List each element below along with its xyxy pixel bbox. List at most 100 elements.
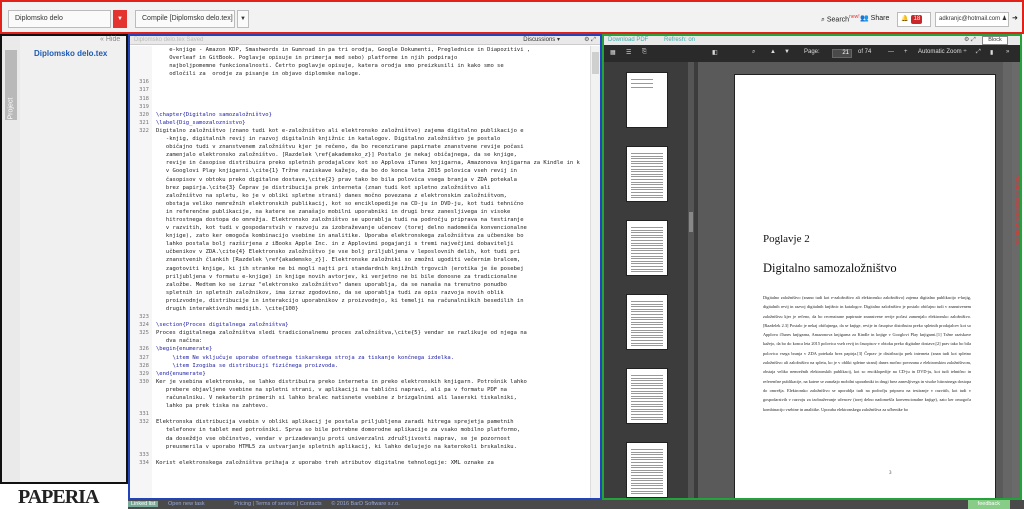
code-line[interactable]: lahko postala bolj razširjena z iBooks A… [130, 240, 580, 248]
code-line[interactable]: dva načina: [130, 337, 580, 345]
code-line[interactable]: da doseždjo vse občinstvo, vendar v priz… [130, 435, 580, 443]
line-text[interactable]: znanstvenih člankih [Razdelek \ref{akade… [152, 256, 580, 264]
block-button[interactable]: Block [982, 36, 1008, 45]
line-text[interactable]: \chapter{Digitalno samozaložništvo} [152, 111, 580, 119]
project-tab[interactable]: Project [5, 50, 17, 120]
code-line[interactable]: zamenjalo elektronsko založništvo. [Razd… [130, 151, 580, 159]
page-thumbnail[interactable] [626, 72, 668, 128]
line-text[interactable]: knjige), zato ker omogoča kombinacijo vs… [152, 232, 580, 240]
zoom-out-icon[interactable]: — [888, 49, 894, 55]
line-text[interactable]: \item Izogiba se distribuciji fizičnega … [152, 362, 580, 370]
code-line[interactable]: in referenčne publikacije, na katere se … [130, 208, 580, 216]
line-text[interactable]: Elektronska distribucija vsebin v obliki… [152, 418, 580, 426]
code-line[interactable]: 319 [130, 103, 580, 111]
thumbnail-scroll-thumb[interactable] [689, 212, 693, 232]
code-line[interactable]: najboljpomemne funkcionalnosti. Četrto p… [130, 62, 580, 70]
fullscreen-icon[interactable]: ⤢ [976, 49, 981, 56]
code-line[interactable]: telefonov in tablet med potrošniki. Sprv… [130, 426, 580, 434]
line-text[interactable]: založništvo na spletu, ko je v obliki sp… [152, 192, 580, 200]
editor-scroll-thumb[interactable] [592, 52, 599, 74]
line-text[interactable]: Proces digitalnega založništva sledi tra… [152, 329, 580, 337]
line-text[interactable]: običajno tudi v znanstvenem založništvu … [152, 143, 580, 151]
download-pdf-link[interactable]: Download PDF [608, 36, 648, 44]
prev-page-icon[interactable]: ▲ [770, 49, 776, 55]
code-line[interactable]: založbe. Medtem ko se izraz "elektronsko… [130, 281, 580, 289]
zoom-in-icon[interactable]: + [904, 49, 908, 55]
line-text[interactable]: revije in časopise distribuira preko spl… [152, 159, 580, 167]
code-line[interactable]: hitrostnega dostopa do omrežja. Elektron… [130, 216, 580, 224]
line-text[interactable]: \item Ne vključuje uporabe ofsetnega tis… [152, 354, 580, 362]
code-line[interactable]: v Googlovi Play knjigarni.\cite{1} Tržne… [130, 167, 580, 175]
discussions-button[interactable]: Discussions ▾ [523, 36, 560, 44]
line-text[interactable]: e-knjige - Amazon KDP, Smashwords in Gum… [152, 46, 580, 54]
line-text[interactable] [152, 103, 580, 111]
notifications-button[interactable]: 🔔 18 [897, 12, 931, 27]
line-text[interactable]: \end{enumerate} [152, 370, 580, 378]
code-line[interactable]: 334 Korist elektronskega založništva prih… [130, 459, 580, 467]
more-icon[interactable]: » [1006, 49, 1009, 55]
code-line[interactable]: 323 [130, 313, 580, 321]
next-page-icon[interactable]: ▼ [784, 49, 790, 55]
code-line[interactable]: spletnih in spletnih založnikov, ima izr… [130, 289, 580, 297]
line-text[interactable]: lahko postala bolj razširjena z iBooks A… [152, 240, 580, 248]
code-line[interactable]: 326 \begin{enumerate} [130, 345, 580, 353]
code-line[interactable]: 333 [130, 451, 580, 459]
code-line[interactable]: zagotoviti knjige, ki jih stranke ne bi … [130, 265, 580, 273]
line-text[interactable]: \begin{enumerate} [152, 345, 580, 353]
line-text[interactable] [152, 451, 580, 459]
user-menu[interactable]: adkranjc@hotmail.com ♟ [935, 12, 1009, 27]
code-line[interactable]: učbenikov v ZDA.\cite{4} Elektronsko zal… [130, 248, 580, 256]
line-text[interactable] [152, 95, 580, 103]
footer-links[interactable]: Pricing | Terms of service | Contacts [234, 501, 321, 507]
line-text[interactable]: Overleaf in GitBook. Poglavje opisuje in… [152, 54, 580, 62]
code-line[interactable]: 325 Proces digitalnega založništva sledi … [130, 329, 580, 337]
line-text[interactable] [152, 86, 580, 94]
search-button[interactable]: ⌕ Searchnew! [821, 14, 860, 24]
refresh-toggle[interactable]: Refresh: on [664, 36, 695, 44]
code-editor[interactable]: Diplomsko delo.tex Saved Discussions ▾ ⚙… [128, 34, 602, 500]
line-text[interactable]: brez papirja.\cite{3} Čeprav je distribu… [152, 184, 580, 192]
line-text[interactable]: dva načina: [152, 337, 580, 345]
code-line[interactable]: proizvodnje, distribucije in interakcijo… [130, 297, 580, 305]
project-select[interactable]: Diplomsko delo [8, 10, 111, 28]
code-line[interactable]: časopisov v obtoku preko digitalne dosta… [130, 176, 580, 184]
line-text[interactable]: odločili za orodje za pisanje in objavo … [152, 70, 580, 78]
code-line[interactable]: priljubljena v formatu e-knjige) in knji… [130, 273, 580, 281]
code-line[interactable]: 316 [130, 78, 580, 86]
editor-settings-icon[interactable]: ⚙ ⤢ [584, 36, 596, 44]
page-thumbnail[interactable] [626, 146, 668, 202]
line-text[interactable]: v razvitih, kot tudi v gospodarstvih v r… [152, 224, 580, 232]
code-line[interactable]: 318 [130, 95, 580, 103]
project-dropdown-button[interactable]: ▼ [113, 10, 127, 28]
code-line[interactable]: 320 \chapter{Digitalno samozaložništvo} [130, 111, 580, 119]
code-line[interactable]: 317 [130, 86, 580, 94]
compile-dropdown-button[interactable]: ▼ [237, 10, 249, 28]
zoom-select[interactable]: Automatic Zoom ÷ [918, 49, 967, 55]
page-thumbnail[interactable] [626, 294, 668, 350]
line-text[interactable]: priljubljena v formatu e-knjige) in knji… [152, 273, 580, 281]
line-text[interactable] [152, 313, 580, 321]
line-text[interactable]: časopisov v obtoku preko digitalne dosta… [152, 176, 580, 184]
code-line[interactable]: 328 \item Izogiba se distribuciji fizičn… [130, 362, 580, 370]
line-text[interactable]: zagotoviti knjige, ki jih stranke ne bi … [152, 265, 580, 273]
hide-panel-link[interactable]: « Hide [100, 36, 120, 43]
page-thumbnail[interactable] [626, 442, 668, 498]
pdf-scrollbar[interactable] [1003, 62, 1012, 498]
pdf-settings-icon[interactable]: ⚙ ⤢ [964, 36, 976, 44]
sidebar-toggle-icon[interactable]: ◧ [712, 49, 718, 56]
code-line[interactable]: knjige), zato ker omogoča kombinacijo vs… [130, 232, 580, 240]
code-line[interactable]: preusmerila v uporabo HTML5 za ustvarjan… [130, 443, 580, 451]
page-thumbnail[interactable] [626, 368, 668, 424]
line-text[interactable]: proizvodnje, distribucije in interakcijo… [152, 297, 580, 305]
code-line[interactable]: 322 Digitalno založništvo (znano tudi kot… [130, 127, 580, 135]
code-line[interactable]: revije in časopise distribuira preko spl… [130, 159, 580, 167]
line-text[interactable]: preusmerila v uporabo HTML5 za ustvarjan… [152, 443, 580, 451]
code-line[interactable]: založništvo na spletu, ko je v obliki sp… [130, 192, 580, 200]
footer-link-task[interactable]: Open new task [168, 501, 205, 507]
line-text[interactable]: drugih interaktivnih medijih. \cite{100} [152, 305, 580, 313]
line-text[interactable]: računalniku. V nekaterih primerih si lah… [152, 394, 580, 402]
line-text[interactable]: lahko pa prek tiska na zahtevo. [152, 402, 580, 410]
footer-badge[interactable]: Linked list [128, 501, 159, 507]
logout-icon[interactable]: ➜ [1012, 14, 1018, 22]
code-line[interactable]: -knjig, digitalnih revij in razvoj digit… [130, 135, 580, 143]
